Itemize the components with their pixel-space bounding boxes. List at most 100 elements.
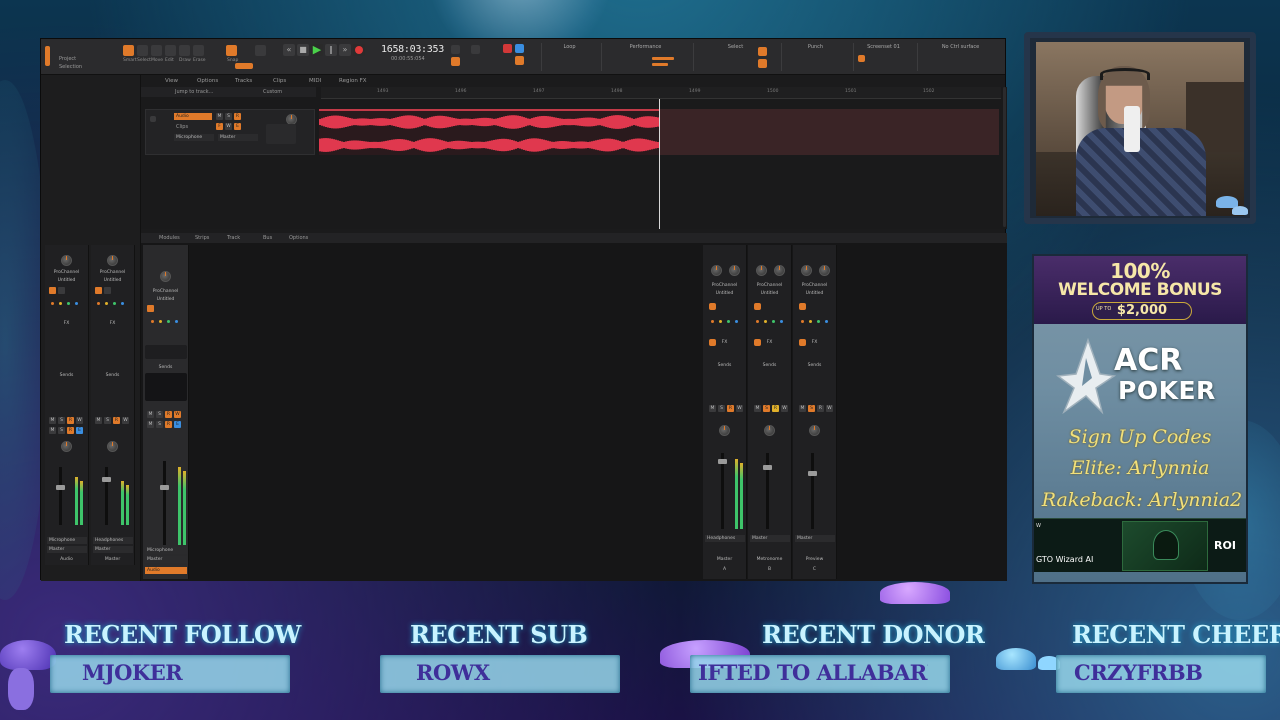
timeline-ruler[interactable]: 1493 1496 1497 1498 1499 1500 1501 1502 bbox=[321, 87, 1001, 99]
pan-knob[interactable] bbox=[107, 441, 118, 452]
record-button[interactable] bbox=[353, 44, 365, 56]
marks-button[interactable] bbox=[255, 45, 266, 56]
gain-knob[interactable] bbox=[756, 265, 767, 276]
console-menu-modules[interactable]: Modules bbox=[159, 235, 180, 241]
menu-item-clips[interactable]: Clips bbox=[273, 78, 286, 84]
echo-button[interactable]: E bbox=[234, 123, 241, 130]
console-menu-track[interactable]: Track bbox=[227, 235, 240, 241]
menu-item-tracks[interactable]: Tracks bbox=[235, 78, 252, 84]
snap-button[interactable] bbox=[226, 45, 237, 56]
volume-fader-track[interactable] bbox=[721, 453, 724, 529]
write-button[interactable]: W bbox=[736, 405, 743, 412]
volume-fader[interactable] bbox=[56, 485, 65, 490]
smart-tool-button[interactable] bbox=[123, 45, 134, 56]
track-name-field[interactable]: Audio bbox=[174, 113, 212, 120]
read-button[interactable]: R bbox=[772, 405, 779, 412]
solo-button[interactable]: S bbox=[58, 417, 65, 424]
mute-global-button[interactable] bbox=[471, 45, 480, 54]
read-button[interactable]: R bbox=[67, 427, 74, 434]
mute-button[interactable]: M bbox=[147, 411, 154, 418]
pan-knob[interactable] bbox=[719, 425, 730, 436]
gain-knob[interactable] bbox=[801, 265, 812, 276]
jump-to-track-field[interactable]: Jump to track... bbox=[175, 89, 213, 95]
erase-tool-button[interactable] bbox=[193, 45, 204, 56]
console-menu-strips[interactable]: Strips bbox=[195, 235, 209, 241]
track-lane-empty[interactable] bbox=[659, 109, 999, 155]
custom-preset[interactable]: Custom bbox=[263, 89, 282, 95]
solo-button[interactable]: S bbox=[225, 113, 232, 120]
console-menu-options[interactable]: Options bbox=[289, 235, 308, 241]
track-fx-bin[interactable] bbox=[266, 124, 296, 144]
fx-button[interactable]: F bbox=[216, 123, 223, 130]
sponsor-panel[interactable]: 100% WELCOME BONUS $2,000 UP TO ACR POKE… bbox=[1032, 254, 1248, 584]
control-surface-panel[interactable]: No Ctrl surface bbox=[917, 43, 1003, 71]
audio-track-header[interactable]: Audio M S R Clips F W E Microphone Maste… bbox=[145, 109, 315, 155]
pan-knob[interactable] bbox=[809, 425, 820, 436]
move-tool-button[interactable] bbox=[151, 45, 162, 56]
output-select[interactable]: Master bbox=[145, 556, 187, 563]
track-output-select[interactable]: Master bbox=[218, 134, 258, 141]
input-select[interactable]: Microphone bbox=[145, 547, 187, 554]
volume-fader-track[interactable] bbox=[811, 453, 814, 529]
gto-wizard-ad[interactable]: W GTO Wizard AI ROI bbox=[1034, 518, 1246, 572]
write-button[interactable]: W bbox=[76, 417, 83, 424]
pan-knob[interactable] bbox=[61, 441, 72, 452]
solo-button[interactable]: S bbox=[58, 427, 65, 434]
mute-button[interactable]: M bbox=[49, 427, 56, 434]
mute-button[interactable]: M bbox=[709, 405, 716, 412]
fx-bin[interactable] bbox=[145, 345, 187, 359]
mute-button[interactable]: M bbox=[799, 405, 806, 412]
output-select[interactable]: Master bbox=[47, 546, 87, 553]
volume-fader[interactable] bbox=[160, 485, 169, 490]
input-select[interactable]: Headphones bbox=[93, 537, 133, 544]
write-button[interactable]: W bbox=[174, 411, 181, 418]
mute-button[interactable]: M bbox=[49, 417, 56, 424]
stop-button[interactable]: ■ bbox=[297, 44, 309, 56]
edit-tool-button[interactable] bbox=[165, 45, 176, 56]
output-select[interactable]: Master bbox=[93, 546, 133, 553]
pan-knob[interactable] bbox=[774, 265, 785, 276]
track-name-label[interactable]: Audio bbox=[145, 567, 187, 574]
solo-button[interactable]: S bbox=[156, 411, 163, 418]
snap-value[interactable] bbox=[235, 63, 253, 69]
pan-knob[interactable] bbox=[764, 425, 775, 436]
pan-knob[interactable] bbox=[729, 265, 740, 276]
write-button[interactable]: W bbox=[122, 417, 129, 424]
app-logo[interactable] bbox=[45, 46, 50, 66]
metronome-button[interactable] bbox=[451, 45, 460, 54]
input-select[interactable]: Microphone bbox=[47, 537, 87, 544]
pc-enable-button[interactable] bbox=[799, 303, 806, 310]
console-scrollbar[interactable] bbox=[1003, 87, 1006, 227]
menu-item-region-fx[interactable]: Region FX bbox=[339, 78, 367, 84]
echo-button[interactable]: E bbox=[174, 421, 181, 428]
select-toggle[interactable] bbox=[758, 59, 767, 68]
solo-button[interactable]: S bbox=[718, 405, 725, 412]
volume-fader-track[interactable] bbox=[105, 467, 108, 525]
pc-enable-button[interactable] bbox=[709, 303, 716, 310]
read-button[interactable]: R bbox=[817, 405, 824, 412]
pc-bypass-button[interactable] bbox=[58, 287, 65, 294]
menu-item-options[interactable]: Options bbox=[197, 78, 218, 84]
volume-fader-track[interactable] bbox=[59, 467, 62, 525]
auto-punch-button[interactable] bbox=[515, 56, 524, 65]
mute-button[interactable]: M bbox=[754, 405, 761, 412]
count-in-button[interactable] bbox=[451, 57, 460, 66]
select-tool-button[interactable] bbox=[137, 45, 148, 56]
select-toggle[interactable] bbox=[758, 47, 767, 56]
menu-item-view[interactable]: View bbox=[165, 78, 178, 84]
mute-button[interactable]: M bbox=[147, 421, 154, 428]
sends-bin[interactable] bbox=[145, 373, 187, 401]
pc-enable-button[interactable] bbox=[147, 305, 154, 312]
output-select[interactable]: Master bbox=[750, 535, 790, 542]
track-expand-button[interactable] bbox=[150, 116, 156, 122]
audio-clip[interactable] bbox=[319, 109, 659, 155]
pc-bypass-button[interactable] bbox=[104, 287, 111, 294]
performance-panel[interactable]: Performance bbox=[601, 43, 689, 71]
forward-button[interactable]: » bbox=[339, 44, 351, 56]
volume-fader-track[interactable] bbox=[163, 461, 166, 545]
volume-fader[interactable] bbox=[718, 459, 727, 464]
play-button[interactable]: ▶ bbox=[311, 44, 323, 56]
solo-button[interactable]: S bbox=[156, 421, 163, 428]
echo-button[interactable]: E bbox=[76, 427, 83, 434]
solo-button[interactable]: S bbox=[808, 405, 815, 412]
